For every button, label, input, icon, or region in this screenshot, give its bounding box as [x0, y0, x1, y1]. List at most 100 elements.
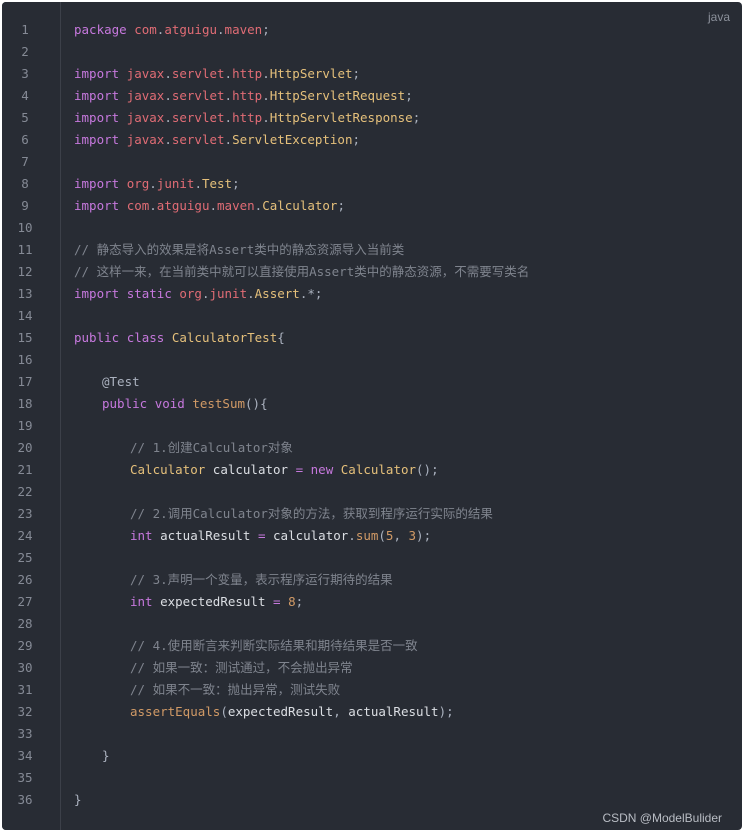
line-code: import com.atguigu.maven.Calculator; — [74, 195, 345, 217]
line-code: // 4.使用断言来判断实际结果和期待结果是否一致 — [74, 635, 418, 657]
code-line: 15 public class CalculatorTest{ — [2, 327, 742, 349]
line-number: 28 — [17, 616, 33, 631]
code-token: import — [74, 132, 120, 147]
line-number: 18 — [17, 396, 33, 411]
line-number: 9 — [21, 198, 29, 213]
line-code: // 1.创建Calculator对象 — [74, 437, 293, 459]
code-token: class — [126, 330, 165, 345]
code-token: servlet — [171, 66, 225, 81]
code-line: 33 — [2, 723, 742, 745]
line-number: 32 — [17, 704, 33, 719]
code-token: = — [273, 594, 281, 609]
line-number: 13 — [17, 286, 33, 301]
code-line: 16 — [2, 349, 742, 371]
line-code: } — [74, 745, 110, 767]
code-line: 34} — [2, 745, 742, 767]
code-token: javax — [126, 110, 165, 125]
code-token: 8 — [288, 594, 296, 609]
code-token: . — [149, 198, 157, 213]
line-number: 8 — [21, 176, 29, 191]
line-code: public void testSum(){ — [74, 393, 268, 415]
code-token: sum — [355, 528, 379, 543]
line-number: 19 — [17, 418, 33, 433]
code-token: public — [74, 330, 120, 345]
code-line: 12 // 这样一来，在当前类中就可以直接使用Assert类中的静态资源，不需要写… — [2, 261, 742, 283]
line-number: 33 — [17, 726, 33, 741]
line-number: 23 — [17, 506, 33, 521]
code-token: calculator — [273, 528, 349, 543]
line-code: // 如果不一致：抛出异常，测试失败 — [74, 679, 340, 701]
code-token: ; — [352, 132, 361, 147]
code-line: 4 import javax.servlet.http.HttpServletRe… — [2, 85, 742, 107]
code-token: // 如果不一致：抛出异常，测试失败 — [130, 682, 341, 697]
code-token: . — [217, 22, 225, 37]
code-line: 31 // 如果不一致：抛出异常，测试失败 — [2, 679, 742, 701]
code-token: . — [262, 88, 270, 103]
line-number: 5 — [21, 110, 29, 125]
code-token: maven — [217, 198, 255, 213]
line-number: 3 — [21, 66, 29, 81]
code-token: servlet — [171, 110, 225, 125]
line-code: @Test — [74, 371, 140, 393]
code-token: // 这样一来，在当前类中就可以直接使用Assert类中的静态资源，不需要写类名 — [74, 264, 530, 279]
code-line: 32 assertEquals(expectedResult, actualRes… — [2, 701, 742, 723]
code-token: . — [224, 110, 233, 125]
code-token: javax — [126, 66, 165, 81]
line-number: 17 — [17, 374, 33, 389]
line-code: Calculator calculator = new Calculator()… — [74, 459, 439, 481]
code-token: import — [74, 66, 120, 81]
code-token: org — [126, 176, 150, 191]
code-token: . — [164, 88, 172, 103]
code-token: import — [74, 286, 120, 301]
code-token: com — [134, 22, 157, 37]
line-code: } — [74, 789, 82, 811]
line-number: 31 — [17, 682, 33, 697]
line-number: 14 — [17, 308, 33, 323]
code-token: . — [247, 286, 255, 301]
line-number: 36 — [17, 792, 33, 807]
line-code: public class CalculatorTest{ — [74, 327, 285, 349]
code-token: import — [74, 110, 120, 125]
code-token: . — [164, 66, 172, 81]
code-token: http — [232, 110, 263, 125]
code-token: . — [224, 66, 233, 81]
code-token: (){ — [245, 396, 268, 411]
line-number: 4 — [21, 88, 29, 103]
code-token: import — [74, 176, 120, 191]
line-code: assertEquals(expectedResult, actualResul… — [74, 701, 454, 723]
code-token: . — [194, 176, 202, 191]
line-number: 10 — [17, 220, 33, 235]
code-token: junit — [209, 286, 248, 301]
code-line: 1 package com.atguigu.maven; — [2, 19, 742, 41]
code-token: import — [74, 88, 120, 103]
code-token: atguigu — [156, 198, 210, 213]
line-code: // 2.调用Calculator对象的方法，获取到程序运行实际的结果 — [74, 503, 493, 525]
line-number: 26 — [17, 572, 33, 587]
code-token: HttpServletRequest — [269, 88, 406, 103]
line-number: 20 — [17, 440, 33, 455]
code-token: // 2.调用Calculator对象的方法，获取到程序运行实际的结果 — [130, 506, 493, 521]
code-token: servlet — [171, 132, 225, 147]
code-token: } — [102, 748, 110, 763]
code-line: 2 — [2, 41, 742, 63]
code-line: 8 import org.junit.Test; — [2, 173, 742, 195]
line-number: 16 — [17, 352, 33, 367]
code-token: ; — [262, 22, 270, 37]
line-number: 34 — [17, 748, 33, 763]
code-line: 28 — [2, 613, 742, 635]
code-token: , — [393, 528, 409, 543]
code-line: 21 Calculator calculator = new Calculator… — [2, 459, 742, 481]
code-token: http — [232, 66, 263, 81]
code-token: javax — [126, 88, 165, 103]
code-line: 6 import javax.servlet.ServletException; — [2, 129, 742, 151]
line-code: import static org.junit.Assert.*; — [74, 283, 322, 305]
line-number: 21 — [17, 462, 33, 477]
code-line: 35 — [2, 767, 742, 789]
